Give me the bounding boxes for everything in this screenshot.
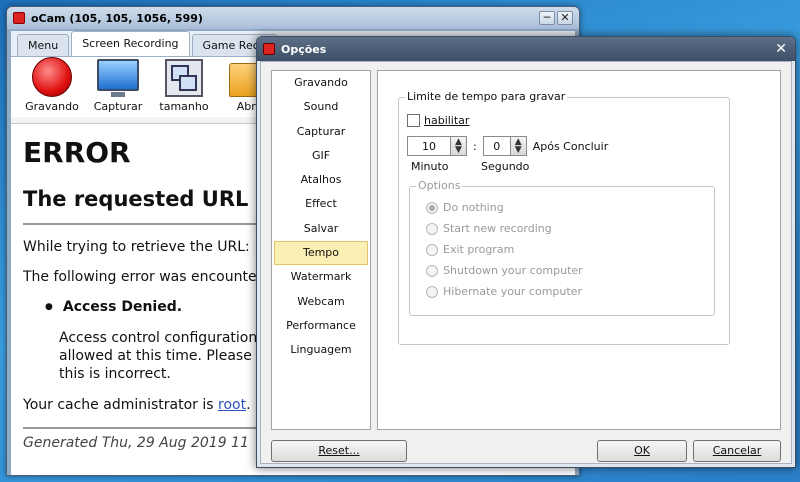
enable-label: habilitar [424,114,470,127]
ocam-title: oCam (105, 105, 1056, 599) [31,11,203,25]
nav-item-effect[interactable]: Effect [274,192,368,216]
option-label-do-nothing: Do nothing [443,201,504,214]
ok-button[interactable]: OK [597,440,687,462]
nav-item-tempo[interactable]: Tempo [274,241,368,266]
ocam-app-icon [13,12,25,24]
resize-icon [165,59,203,97]
radio-exit-program[interactable] [426,243,438,256]
nav-item-gif[interactable]: GIF [274,144,368,168]
option-label-hibernate: Hibernate your computer [443,285,582,298]
ocam-titlebar[interactable]: oCam (105, 105, 1056, 599) ─ ✕ [7,7,579,29]
dialog-content: Gravando Sound Capturar GIF Atalhos Effe… [260,61,792,464]
nav-item-salvar[interactable]: Salvar [274,217,368,241]
cancel-button[interactable]: Cancelar [693,440,781,462]
radio-shutdown[interactable] [426,264,438,277]
resize-label: tamanho [159,100,209,113]
seconds-spin-icon[interactable]: ▲ ▼ [509,137,526,155]
time-separator: : [473,139,477,153]
tab-menu[interactable]: Menu [17,34,70,56]
after-options-group: Options Do nothing Start new recording E… [409,179,715,316]
nav-item-watermark[interactable]: Watermark [274,265,368,289]
cancel-label: Cancelar [712,444,762,457]
minimize-icon[interactable]: ─ [539,11,555,25]
tab-screen-recording[interactable]: Screen Recording [71,31,190,56]
admin-link[interactable]: root [218,397,246,413]
option-do-nothing[interactable]: Do nothing [426,201,504,214]
resize-button[interactable]: tamanho [155,59,213,113]
option-label-shutdown: Shutdown your computer [443,264,583,277]
record-label: Gravando [25,100,79,113]
option-label-exit-program: Exit program [443,243,515,256]
admin-suffix: . [246,397,251,413]
nav-item-atalhos[interactable]: Atalhos [274,168,368,192]
options-nav: Gravando Sound Capturar GIF Atalhos Effe… [271,70,371,430]
time-limit-title: Limite de tempo para gravar [405,90,568,103]
minutes-spin-icon[interactable]: ▲ ▼ [450,137,466,155]
ocam-window-controls: ─ ✕ [539,11,579,25]
option-label-start-new-recording: Start new recording [443,222,552,235]
nav-item-gravando[interactable]: Gravando [274,71,368,95]
nav-item-performance[interactable]: Performance [274,314,368,338]
nav-item-sound[interactable]: Sound [274,95,368,119]
admin-prefix: Your cache administrator is [23,397,219,413]
option-start-new-recording[interactable]: Start new recording [426,222,552,235]
monitor-icon [97,59,139,97]
after-finish-label: Após Concluir [532,139,609,153]
option-shutdown[interactable]: Shutdown your computer [426,264,583,277]
radio-do-nothing[interactable] [426,201,438,214]
seconds-value[interactable]: 0 [484,140,510,153]
seconds-stepper[interactable]: 0 ▲ ▼ [482,136,527,156]
close-icon[interactable]: ✕ [557,11,573,25]
reset-button[interactable]: Reset... [271,440,407,462]
time-limit-group: Limite de tempo para gravar habilitar 10… [398,90,730,345]
reset-label: Reset... [318,444,360,457]
dialog-title: Opções [281,42,327,56]
nav-item-webcam[interactable]: Webcam [274,290,368,314]
options-title: Options [416,179,463,192]
dialog-titlebar[interactable]: Opções ✕ [257,37,795,61]
time-spinners: 10 ▲ ▼ : 0 ▲ ▼ Após Concluir [407,136,608,156]
capture-button[interactable]: Capturar [89,59,147,113]
tempo-panel: Limite de tempo para gravar habilitar 10… [377,70,781,430]
dialog-app-icon [263,43,275,55]
minutes-value[interactable]: 10 [408,140,450,153]
radio-start-new-recording[interactable] [426,222,438,235]
minutes-stepper[interactable]: 10 ▲ ▼ [407,136,467,156]
options-dialog: Opções ✕ Gravando Sound Capturar GIF Ata… [256,36,796,468]
seconds-caption: Segundo [481,160,530,173]
error-list-text: Access Denied. [62,299,183,315]
option-hibernate[interactable]: Hibernate your computer [426,285,582,298]
capture-label: Capturar [93,100,143,113]
close-icon[interactable]: ✕ [775,42,787,56]
minutes-caption: Minuto [411,160,449,173]
radio-hibernate[interactable] [426,285,438,298]
record-icon [32,57,72,97]
enable-checkbox[interactable] [407,114,420,127]
record-button[interactable]: Gravando [23,57,81,113]
nav-item-capturar[interactable]: Capturar [274,120,368,144]
enable-checkbox-row[interactable]: habilitar [407,114,469,127]
option-exit-program[interactable]: Exit program [426,243,514,256]
nav-item-linguagem[interactable]: Linguagem [274,338,368,362]
ok-label: OK [634,444,650,457]
